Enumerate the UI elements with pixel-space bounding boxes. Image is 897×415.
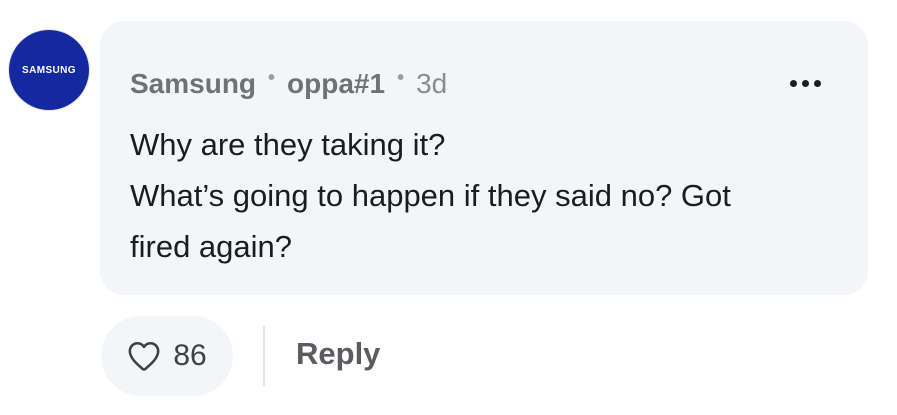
- comment-line: What’s going to happen if they said no? …: [130, 178, 731, 213]
- comment-text: Why are they taking it? What’s going to …: [130, 119, 830, 272]
- comment: SAMSUNG Samsung • oppa#1 • 3d Why are th…: [0, 0, 897, 415]
- more-horizontal-icon: [789, 79, 821, 87]
- action-divider: [263, 326, 265, 386]
- comment-line: Why are they taking it?: [130, 127, 446, 162]
- comment-timestamp: 3d: [416, 68, 448, 99]
- heart-outline-icon: [128, 341, 160, 371]
- more-options-button[interactable]: [780, 67, 830, 99]
- like-count: 86: [173, 339, 207, 372]
- samsung-logo-text: SAMSUNG: [22, 64, 76, 76]
- like-button[interactable]: 86: [101, 316, 233, 396]
- author-name[interactable]: Samsung: [130, 68, 256, 100]
- author-badge: oppa#1: [287, 68, 386, 99]
- meta-separator: •: [397, 66, 405, 89]
- avatar[interactable]: SAMSUNG: [9, 30, 89, 110]
- comment-bubble: Samsung • oppa#1 • 3d Why are they takin…: [100, 21, 868, 295]
- meta-separator: •: [268, 66, 276, 89]
- reply-button[interactable]: Reply: [296, 336, 380, 372]
- comment-meta: Samsung • oppa#1 • 3d: [130, 66, 448, 100]
- comment-line: fired again?: [130, 229, 293, 264]
